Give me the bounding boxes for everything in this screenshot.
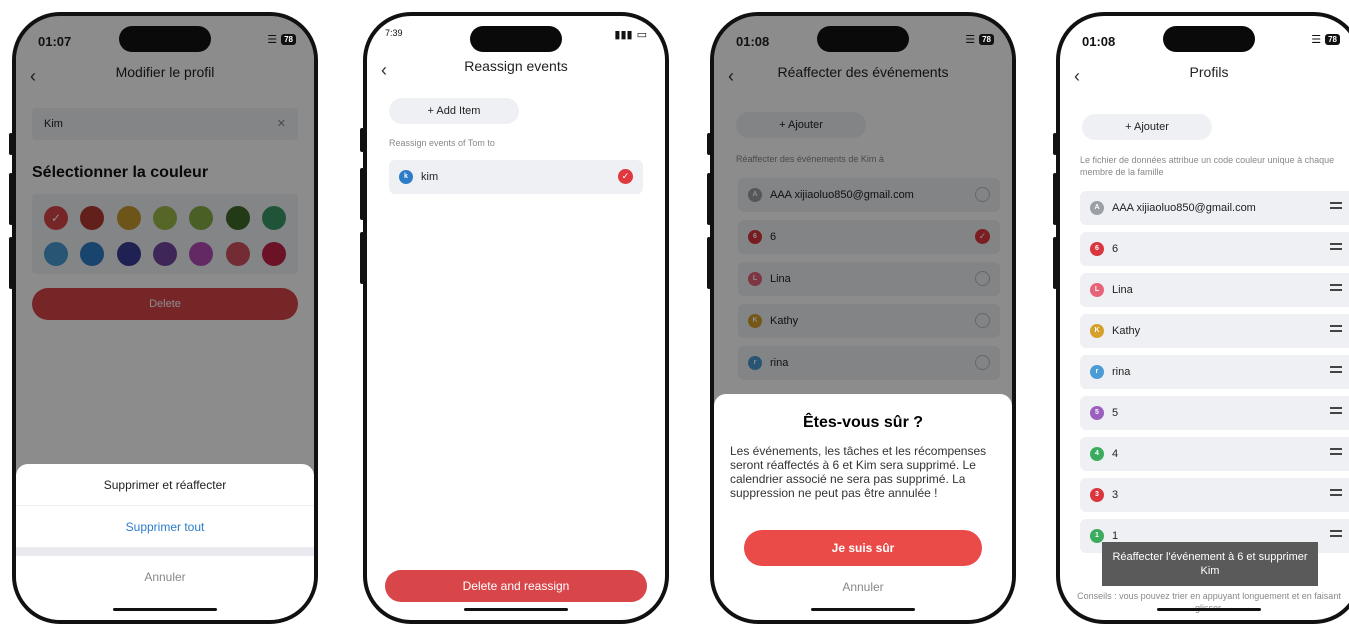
status-icons: ▮▮▮ ▭ [614,28,647,41]
status-time: 01:08 [1082,34,1116,49]
drag-handle-icon[interactable] [1330,448,1342,458]
profile-row[interactable]: 66 [1080,232,1349,266]
delete-all-option[interactable]: Supprimer tout [16,506,314,548]
battery-icon: 78 [281,34,296,45]
dynamic-island [470,26,562,52]
dynamic-island [817,26,909,52]
avatar: 3 [1090,488,1104,502]
profile-row[interactable]: A AAA xijiaoluo850@gmail.com [1080,191,1349,225]
profile-name: 1 [1112,530,1119,542]
cancel-button[interactable]: Annuler [714,580,1012,594]
profile-name: Lina [1112,284,1133,296]
drag-handle-icon[interactable] [1330,243,1342,253]
drag-handle-icon[interactable] [1330,325,1342,335]
nav-bar: ‹ Reassign events [367,58,665,84]
dialog-title: Êtes-vous sûr ? [802,414,924,431]
profile-row[interactable]: K Kathy [1080,314,1349,348]
dialog-body: Les événements, les tâches et les récomp… [730,444,987,500]
phone-reassign-confirm: 01:08 ☰ 78 ‹ Réaffecter des événements +… [710,12,1016,624]
back-icon[interactable]: ‹ [1074,66,1080,87]
avatar: 1 [1090,529,1104,543]
add-item-button[interactable]: + Add Item [389,98,519,124]
nav-bar: ‹ Profils [1060,64,1349,90]
phone-edit-profile: 01:07 ☰ 78 ‹ Modifier le profil Kim ✕ Sé… [12,12,318,624]
sheet-divider [16,548,314,556]
toast-message: Réaffecter l'événement à 6 et supprimer … [1102,542,1318,586]
status-time: 7:39 [385,28,403,38]
back-icon[interactable]: ‹ [381,60,387,81]
action-sheet: Supprimer et réaffecter Supprimer tout A… [16,464,314,620]
profiles-hint: Le fichier de données attribue un code c… [1080,155,1335,177]
drag-handle-icon[interactable] [1330,284,1342,294]
avatar: k [399,170,413,184]
confirm-button[interactable]: Je suis sûr [744,530,982,566]
avatar: 5 [1090,406,1104,420]
delete-and-reassign-option[interactable]: Supprimer et réaffecter [16,464,314,506]
profile-name: Kathy [1112,325,1141,337]
wifi-icon: ☰ [267,34,278,46]
status-icons: ☰ 78 [267,33,296,46]
status-time: 01:07 [38,34,72,49]
cancel-option[interactable]: Annuler [16,556,314,598]
profile-row[interactable]: 44 [1080,437,1349,471]
profile-row[interactable]: r rina [1080,355,1349,389]
reassign-hint: Reassign events of Tom to [389,138,495,148]
drag-handle-icon[interactable] [1330,366,1342,376]
avatar: A [1090,201,1104,215]
avatar: K [1090,324,1104,338]
home-indicator [113,608,217,611]
page-title: Reassign events [464,58,568,74]
profile-name: kim [421,171,439,183]
profile-name: AAA xijiaoluo850@gmail.com [1112,202,1256,214]
phone-reassign-events: 7:39 ▮▮▮ ▭ ‹ Reassign events + Add Item … [363,12,669,624]
drag-handle-icon[interactable] [1330,407,1342,417]
profile-name: 3 [1112,489,1119,501]
battery-icon: 78 [1325,34,1340,45]
profile-name: rina [1112,366,1131,378]
profile-name: 6 [1112,243,1119,255]
profile-row[interactable]: L Lina [1080,273,1349,307]
wifi-icon: ☰ [1311,34,1322,46]
profile-row[interactable]: k kim ✓ [389,160,643,194]
status-icons: ☰ 78 [965,33,994,46]
drag-handle-icon[interactable] [1330,530,1342,540]
status-icons: ☰ 78 [1311,33,1340,46]
dynamic-island [1163,26,1255,52]
drag-handle-icon[interactable] [1330,489,1342,499]
profile-name: 4 [1112,448,1119,460]
profile-row[interactable]: 33 [1080,478,1349,512]
page-title: Profils [1189,64,1229,80]
status-time: 01:08 [736,34,770,49]
dynamic-island [119,26,211,52]
signal-icon: ▮▮▮ [614,29,633,41]
avatar: r [1090,365,1104,379]
add-button[interactable]: + Ajouter [1082,114,1212,140]
avatar: 6 [1090,242,1104,256]
home-indicator [1157,608,1261,611]
avatar: L [1090,283,1104,297]
profile-name: 5 [1112,407,1119,419]
check-icon[interactable]: ✓ [618,169,633,184]
battery-icon: 78 [979,34,994,45]
wifi-icon: ☰ [965,34,976,46]
profile-row[interactable]: 55 [1080,396,1349,430]
home-indicator [464,608,568,611]
confirm-dialog: Êtes-vous sûr ? Les événements, les tâch… [714,394,1012,620]
avatar: 4 [1090,447,1104,461]
phone-profiles: 01:08 ☰ 78 ‹ Profils + Ajouter Le fichie… [1056,12,1349,624]
home-indicator [811,608,915,611]
battery-icon: ▭ [636,29,647,41]
delete-and-reassign-button[interactable]: Delete and reassign [385,570,647,602]
drag-handle-icon[interactable] [1330,202,1342,212]
